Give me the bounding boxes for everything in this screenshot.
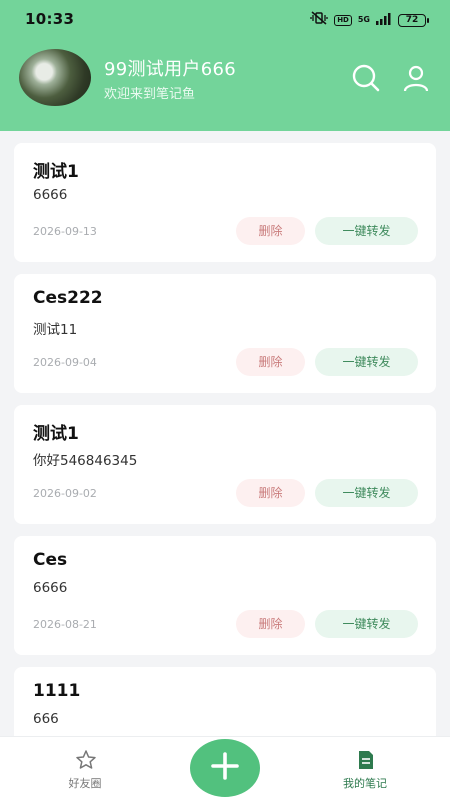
note-title: 1111	[33, 681, 81, 701]
battery-icon: 72	[398, 13, 429, 27]
vibrate-mute-icon	[310, 11, 328, 29]
status-time: 10:33	[25, 10, 75, 28]
delete-button[interactable]: 删除	[236, 610, 305, 638]
signal-icon	[376, 11, 392, 29]
nav-friends-label: 好友圈	[68, 777, 102, 790]
note-title: Ces222	[33, 288, 103, 308]
note-card[interactable]: Ces 6666 2026-08-21 删除 一键转发	[14, 536, 436, 655]
search-icon[interactable]	[351, 63, 381, 93]
forward-button[interactable]: 一键转发	[315, 479, 418, 507]
forward-button[interactable]: 一键转发	[315, 217, 418, 245]
note-date: 2026-09-13	[33, 225, 97, 238]
nav-my-notes-label: 我的笔记	[343, 777, 387, 790]
nav-my-notes[interactable]: 我的笔记	[305, 737, 425, 800]
user-name: 99测试用户666	[104, 59, 236, 80]
note-title: Ces	[33, 550, 68, 570]
plus-icon	[210, 751, 240, 785]
welcome-subtitle: 欢迎来到笔记鱼	[104, 87, 196, 102]
friends-circle-icon	[75, 749, 97, 771]
note-title: 测试1	[33, 424, 79, 444]
add-note-button[interactable]	[190, 739, 260, 797]
status-icons: HD 5G 72	[310, 11, 429, 29]
note-body: 你好546846345	[33, 453, 138, 469]
person-icon[interactable]	[401, 63, 431, 93]
delete-button[interactable]: 删除	[236, 348, 305, 376]
note-card[interactable]: 1111 666	[14, 667, 436, 747]
nav-friends[interactable]: 好友圈	[25, 737, 145, 800]
forward-button[interactable]: 一键转发	[315, 610, 418, 638]
note-date: 2026-08-21	[33, 618, 97, 631]
note-date: 2026-09-02	[33, 487, 97, 500]
hd-icon: HD	[334, 14, 352, 26]
note-document-icon	[355, 749, 377, 771]
note-card[interactable]: Ces222 测试11 2026-09-04 删除 一键转发	[14, 274, 436, 393]
note-body: 6666	[33, 580, 68, 596]
delete-button[interactable]: 删除	[236, 479, 305, 507]
forward-button[interactable]: 一键转发	[315, 348, 418, 376]
delete-button[interactable]: 删除	[236, 217, 305, 245]
note-card[interactable]: 测试1 你好546846345 2026-09-02 删除 一键转发	[14, 405, 436, 524]
note-body: 666	[33, 711, 59, 727]
note-card[interactable]: 测试1 6666 2026-09-13 删除 一键转发	[14, 143, 436, 262]
app-header: 10:33 HD 5G 72 99测试用户666 欢迎来到笔记鱼	[0, 0, 450, 131]
note-date: 2026-09-04	[33, 356, 97, 369]
network-label: 5G	[357, 15, 370, 24]
note-body: 6666	[33, 187, 68, 203]
status-bar: 10:33 HD 5G 72	[0, 0, 450, 36]
note-title: 测试1	[33, 162, 79, 182]
avatar[interactable]	[19, 49, 91, 106]
note-body: 测试11	[33, 322, 78, 338]
